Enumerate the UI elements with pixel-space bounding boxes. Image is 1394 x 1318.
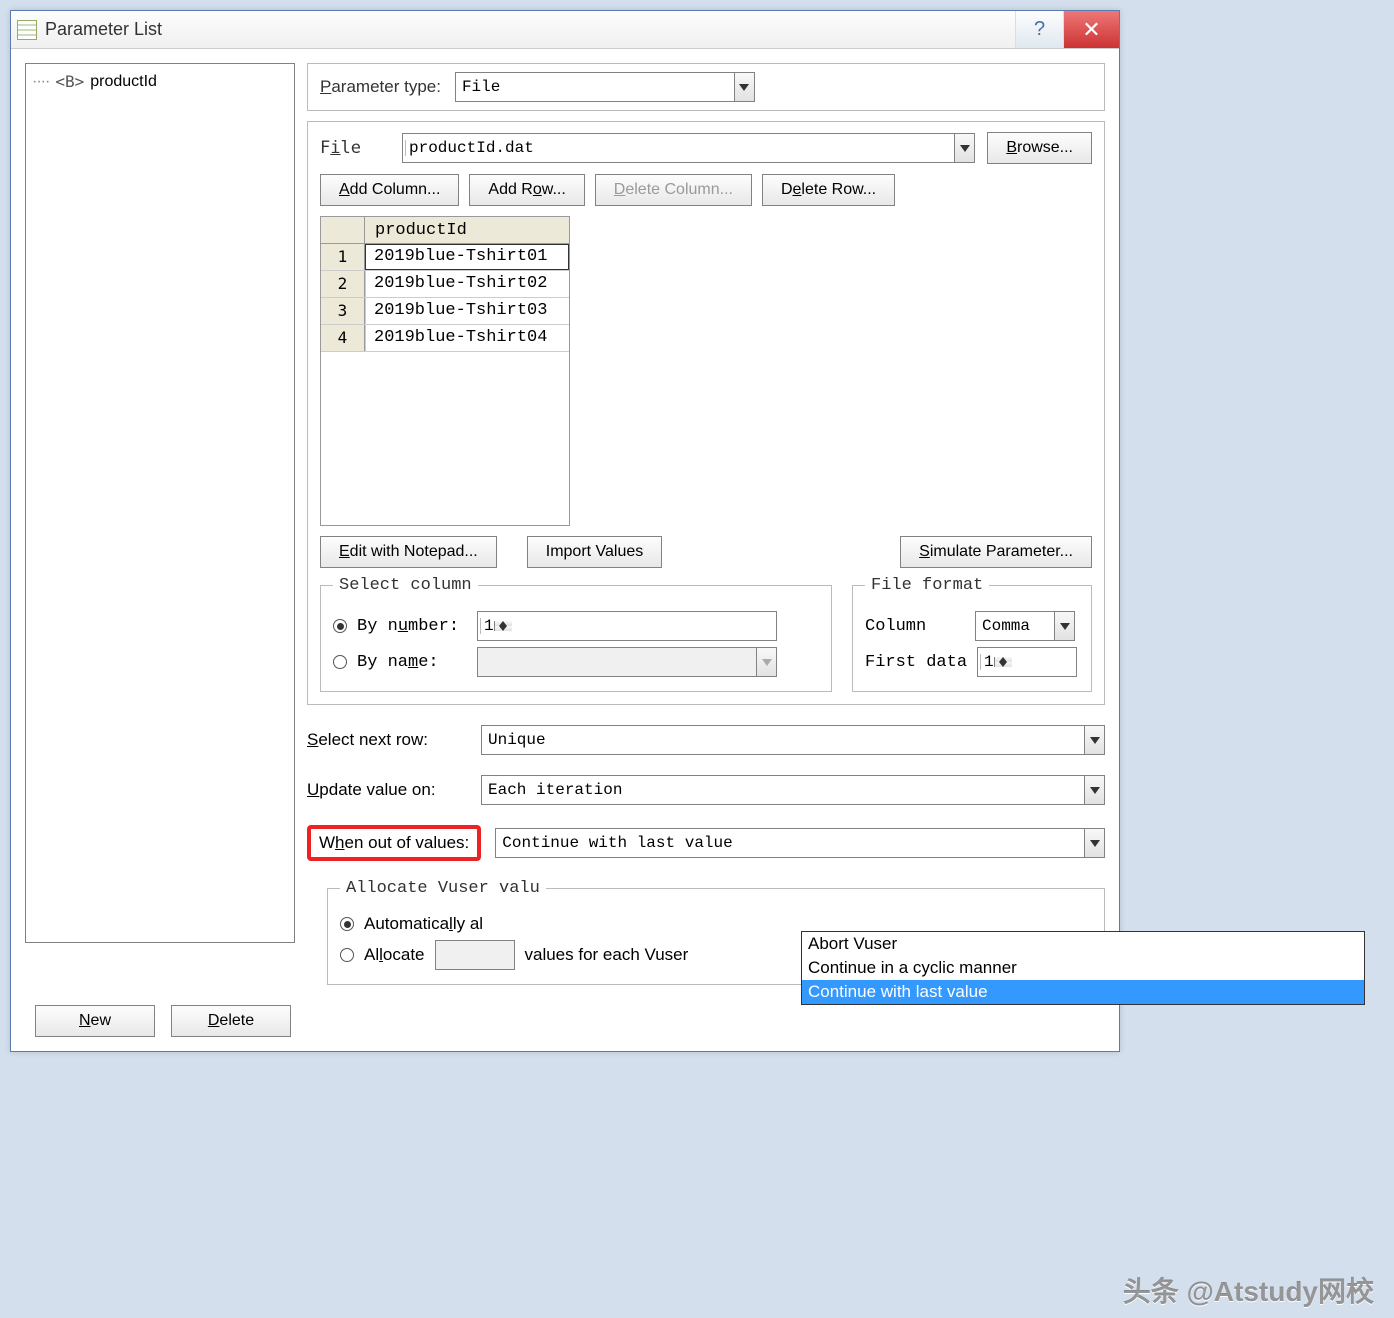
- table-row[interactable]: 22019blue-Tshirt02: [321, 271, 569, 298]
- file-group: File productId.dat Browse... Add Column.…: [307, 121, 1105, 705]
- dropdown-arrow-icon[interactable]: [954, 134, 974, 162]
- row-number: 2: [321, 271, 365, 297]
- grid-cell[interactable]: 2019blue-Tshirt02: [365, 271, 569, 297]
- simulate-parameter-button[interactable]: Simulate Parameter...: [900, 536, 1092, 568]
- parameter-type-select[interactable]: File: [455, 72, 755, 102]
- dropdown-option[interactable]: Continue with last value: [802, 980, 1364, 1004]
- dropdown-arrow-icon[interactable]: [1084, 726, 1104, 754]
- tree-item-productid[interactable]: ···· <B> productId: [32, 70, 288, 93]
- column-delimiter-label: Column: [865, 617, 965, 636]
- auto-allocate-radio[interactable]: [340, 917, 354, 931]
- first-data-input[interactable]: 1: [977, 647, 1077, 677]
- row-number: 1: [321, 244, 365, 270]
- by-name-label: By name:: [357, 653, 467, 672]
- update-value-label: Update value on:: [307, 780, 467, 800]
- browse-button[interactable]: Browse...: [987, 132, 1092, 164]
- grid-cell[interactable]: 2019blue-Tshirt01: [365, 244, 569, 270]
- edit-with-notepad-button[interactable]: Edit with Notepad...: [320, 536, 497, 568]
- dropdown-arrow-icon[interactable]: [1054, 612, 1074, 640]
- first-data-label: First data: [865, 653, 967, 672]
- parameter-tree[interactable]: ···· <B> productId: [25, 63, 295, 943]
- close-button[interactable]: ✕: [1063, 11, 1119, 48]
- file-label: File: [320, 138, 390, 158]
- grid-cell[interactable]: 2019blue-Tshirt04: [365, 325, 569, 351]
- table-row[interactable]: 12019blue-Tshirt01: [321, 244, 569, 271]
- parameter-list-dialog: Parameter List ? ✕ ···· <B> productId Pa…: [10, 10, 1120, 1052]
- dropdown-arrow-icon[interactable]: [1084, 776, 1104, 804]
- file-path-select[interactable]: productId.dat: [402, 133, 975, 163]
- column-delimiter-select[interactable]: Comma: [975, 611, 1075, 641]
- update-value-row: Update value on: Each iteration: [307, 775, 1105, 805]
- when-out-of-values-select[interactable]: Continue with last value: [495, 828, 1105, 858]
- parameter-type-label: Parameter type:: [320, 77, 441, 97]
- select-next-row-select[interactable]: Unique: [481, 725, 1105, 755]
- when-out-of-values-highlight: When out of values:: [307, 825, 481, 861]
- auto-allocate-label: Automatically al: [364, 914, 483, 934]
- by-name-select: [477, 647, 777, 677]
- manual-allocate-label: Allocate: [364, 945, 425, 965]
- import-values-button[interactable]: Import Values: [527, 536, 663, 568]
- window-title: Parameter List: [45, 19, 162, 40]
- dropdown-option[interactable]: Abort Vuser: [802, 932, 1364, 956]
- add-column-button[interactable]: Add Column...: [320, 174, 459, 206]
- table-row[interactable]: 32019blue-Tshirt03: [321, 298, 569, 325]
- manual-allocate-radio[interactable]: [340, 948, 354, 962]
- add-row-button[interactable]: Add Row...: [469, 174, 584, 206]
- select-next-row: Select next row: Unique: [307, 725, 1105, 755]
- allocate-count-input: [435, 940, 515, 970]
- when-out-of-values-label: When out of values:: [319, 833, 469, 852]
- allocate-suffix-label: values for each Vuser: [525, 945, 689, 965]
- when-out-of-values-dropdown[interactable]: Abort VuserContinue in a cyclic mannerCo…: [801, 931, 1365, 1005]
- when-out-of-values-row: When out of values: Continue with last v…: [307, 825, 1105, 861]
- watermark: 头条 @Atstudy网校: [1123, 1270, 1374, 1310]
- grid-header: productId: [321, 217, 569, 244]
- tree-dots-icon: ····: [32, 73, 49, 91]
- select-column-group: Select column By number: 1: [320, 576, 832, 692]
- select-next-row-label: Select next row:: [307, 730, 467, 750]
- tree-item-label: productId: [90, 73, 157, 91]
- titlebar: Parameter List ? ✕: [11, 11, 1119, 49]
- data-grid[interactable]: productId 12019blue-Tshirt0122019blue-Ts…: [320, 216, 570, 526]
- by-number-input[interactable]: 1: [477, 611, 777, 641]
- app-icon: [17, 20, 37, 40]
- parameter-type-row: Parameter type: File: [307, 63, 1105, 111]
- row-number: 3: [321, 298, 365, 324]
- table-row[interactable]: 42019blue-Tshirt04: [321, 325, 569, 352]
- grid-cell[interactable]: 2019blue-Tshirt03: [365, 298, 569, 324]
- grid-col-header[interactable]: productId: [365, 217, 569, 243]
- dropdown-arrow-icon[interactable]: [1084, 829, 1104, 857]
- file-format-legend: File format: [865, 576, 989, 595]
- delete-button[interactable]: Delete: [171, 1005, 291, 1037]
- file-format-group: File format Column Comma First data: [852, 576, 1092, 692]
- new-button[interactable]: New: [35, 1005, 155, 1037]
- allocate-legend: Allocate Vuser valu: [340, 879, 546, 898]
- help-button[interactable]: ?: [1015, 11, 1063, 48]
- select-column-legend: Select column: [333, 576, 478, 595]
- delete-column-button: Delete Column...: [595, 174, 752, 206]
- dropdown-arrow-icon: [756, 648, 776, 676]
- row-number: 4: [321, 325, 365, 351]
- by-number-radio[interactable]: [333, 619, 347, 633]
- tree-param-icon: <B>: [55, 72, 84, 91]
- by-number-label: By number:: [357, 617, 467, 636]
- dropdown-arrow-icon[interactable]: [734, 73, 754, 101]
- update-value-select[interactable]: Each iteration: [481, 775, 1105, 805]
- dropdown-option[interactable]: Continue in a cyclic manner: [802, 956, 1364, 980]
- delete-row-button[interactable]: Delete Row...: [762, 174, 895, 206]
- by-name-radio[interactable]: [333, 655, 347, 669]
